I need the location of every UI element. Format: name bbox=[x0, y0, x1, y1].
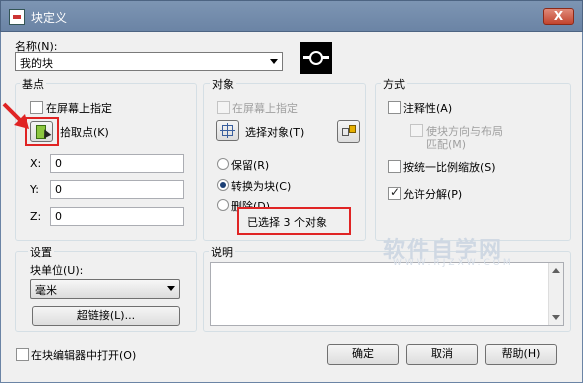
scale-uniformly-label: 按统一比例缩放(S) bbox=[403, 161, 496, 174]
objects-title: 对象 bbox=[210, 76, 236, 92]
title-bar: 块定义 X bbox=[0, 0, 583, 32]
block-unit-value: 毫米 bbox=[35, 284, 57, 297]
behavior-title: 方式 bbox=[381, 76, 407, 92]
open-in-editor-checkbox[interactable] bbox=[16, 348, 29, 361]
scroll-down-icon[interactable] bbox=[552, 315, 560, 320]
z-value: 0 bbox=[55, 210, 62, 223]
open-in-editor-label: 在块编辑器中打开(O) bbox=[31, 349, 137, 362]
x-field[interactable]: 0 bbox=[50, 154, 184, 173]
delete-radio[interactable] bbox=[217, 199, 229, 211]
name-value: 我的块 bbox=[20, 57, 53, 70]
objects-specify-on-screen-label: 在屏幕上指定 bbox=[232, 102, 298, 115]
selected-count-text: 已选择 3 个对象 bbox=[247, 216, 327, 229]
y-field[interactable]: 0 bbox=[50, 180, 184, 199]
convert-to-block-label: 转换为块(C) bbox=[231, 180, 292, 193]
hyperlink-button[interactable]: 超链接(L)... bbox=[32, 306, 180, 326]
scale-uniformly-checkbox[interactable] bbox=[388, 160, 401, 173]
y-value: 0 bbox=[55, 183, 62, 196]
name-combo[interactable]: 我的块 bbox=[15, 52, 283, 71]
block-unit-label: 块单位(U): bbox=[30, 264, 84, 277]
description-title: 说明 bbox=[209, 244, 235, 260]
convert-to-block-radio[interactable] bbox=[217, 179, 229, 191]
settings-title: 设置 bbox=[28, 244, 54, 260]
description-scrollbar[interactable] bbox=[548, 263, 563, 325]
retain-label: 保留(R) bbox=[231, 159, 270, 172]
help-button[interactable]: 帮助(H) bbox=[485, 344, 557, 365]
match-orientation-checkbox[interactable] bbox=[410, 124, 423, 137]
x-value: 0 bbox=[55, 157, 62, 170]
select-objects-button[interactable] bbox=[216, 120, 239, 141]
description-textarea[interactable] bbox=[210, 262, 564, 326]
select-objects-label: 选择对象(T) bbox=[245, 126, 305, 139]
allow-exploding-label: 允许分解(P) bbox=[403, 188, 463, 201]
block-unit-select[interactable]: 毫米 bbox=[30, 279, 180, 299]
ok-button[interactable]: 确定 bbox=[327, 344, 399, 365]
scroll-up-icon[interactable] bbox=[552, 268, 560, 273]
allow-exploding-checkbox[interactable] bbox=[388, 185, 401, 200]
z-label: Z: bbox=[30, 210, 42, 223]
block-preview bbox=[300, 42, 332, 74]
quick-select-icon bbox=[342, 128, 349, 136]
chevron-down-icon bbox=[270, 59, 278, 64]
annotative-label: 注释性(A) bbox=[403, 102, 453, 115]
x-label: X: bbox=[30, 157, 42, 170]
z-field[interactable]: 0 bbox=[50, 207, 184, 226]
chevron-down-icon bbox=[167, 286, 175, 291]
match-orientation-label-2: 匹配(M) bbox=[426, 138, 467, 151]
annotative-checkbox[interactable] bbox=[388, 101, 401, 114]
base-point-title: 基点 bbox=[20, 76, 46, 92]
close-button[interactable]: X bbox=[543, 8, 574, 25]
retain-radio[interactable] bbox=[217, 158, 229, 170]
pick-point-label: 拾取点(K) bbox=[60, 126, 109, 139]
watermark-subtext: WWW.RJZXW.COM bbox=[393, 258, 514, 268]
objects-specify-on-screen-checkbox[interactable] bbox=[217, 101, 230, 114]
y-label: Y: bbox=[30, 183, 39, 196]
red-arrow-icon bbox=[2, 102, 29, 129]
app-icon bbox=[9, 9, 25, 25]
window-title: 块定义 bbox=[31, 11, 68, 25]
cancel-button[interactable]: 取消 bbox=[406, 344, 478, 365]
base-specify-on-screen-label: 在屏幕上指定 bbox=[46, 102, 112, 115]
quick-select-button[interactable] bbox=[337, 120, 360, 143]
